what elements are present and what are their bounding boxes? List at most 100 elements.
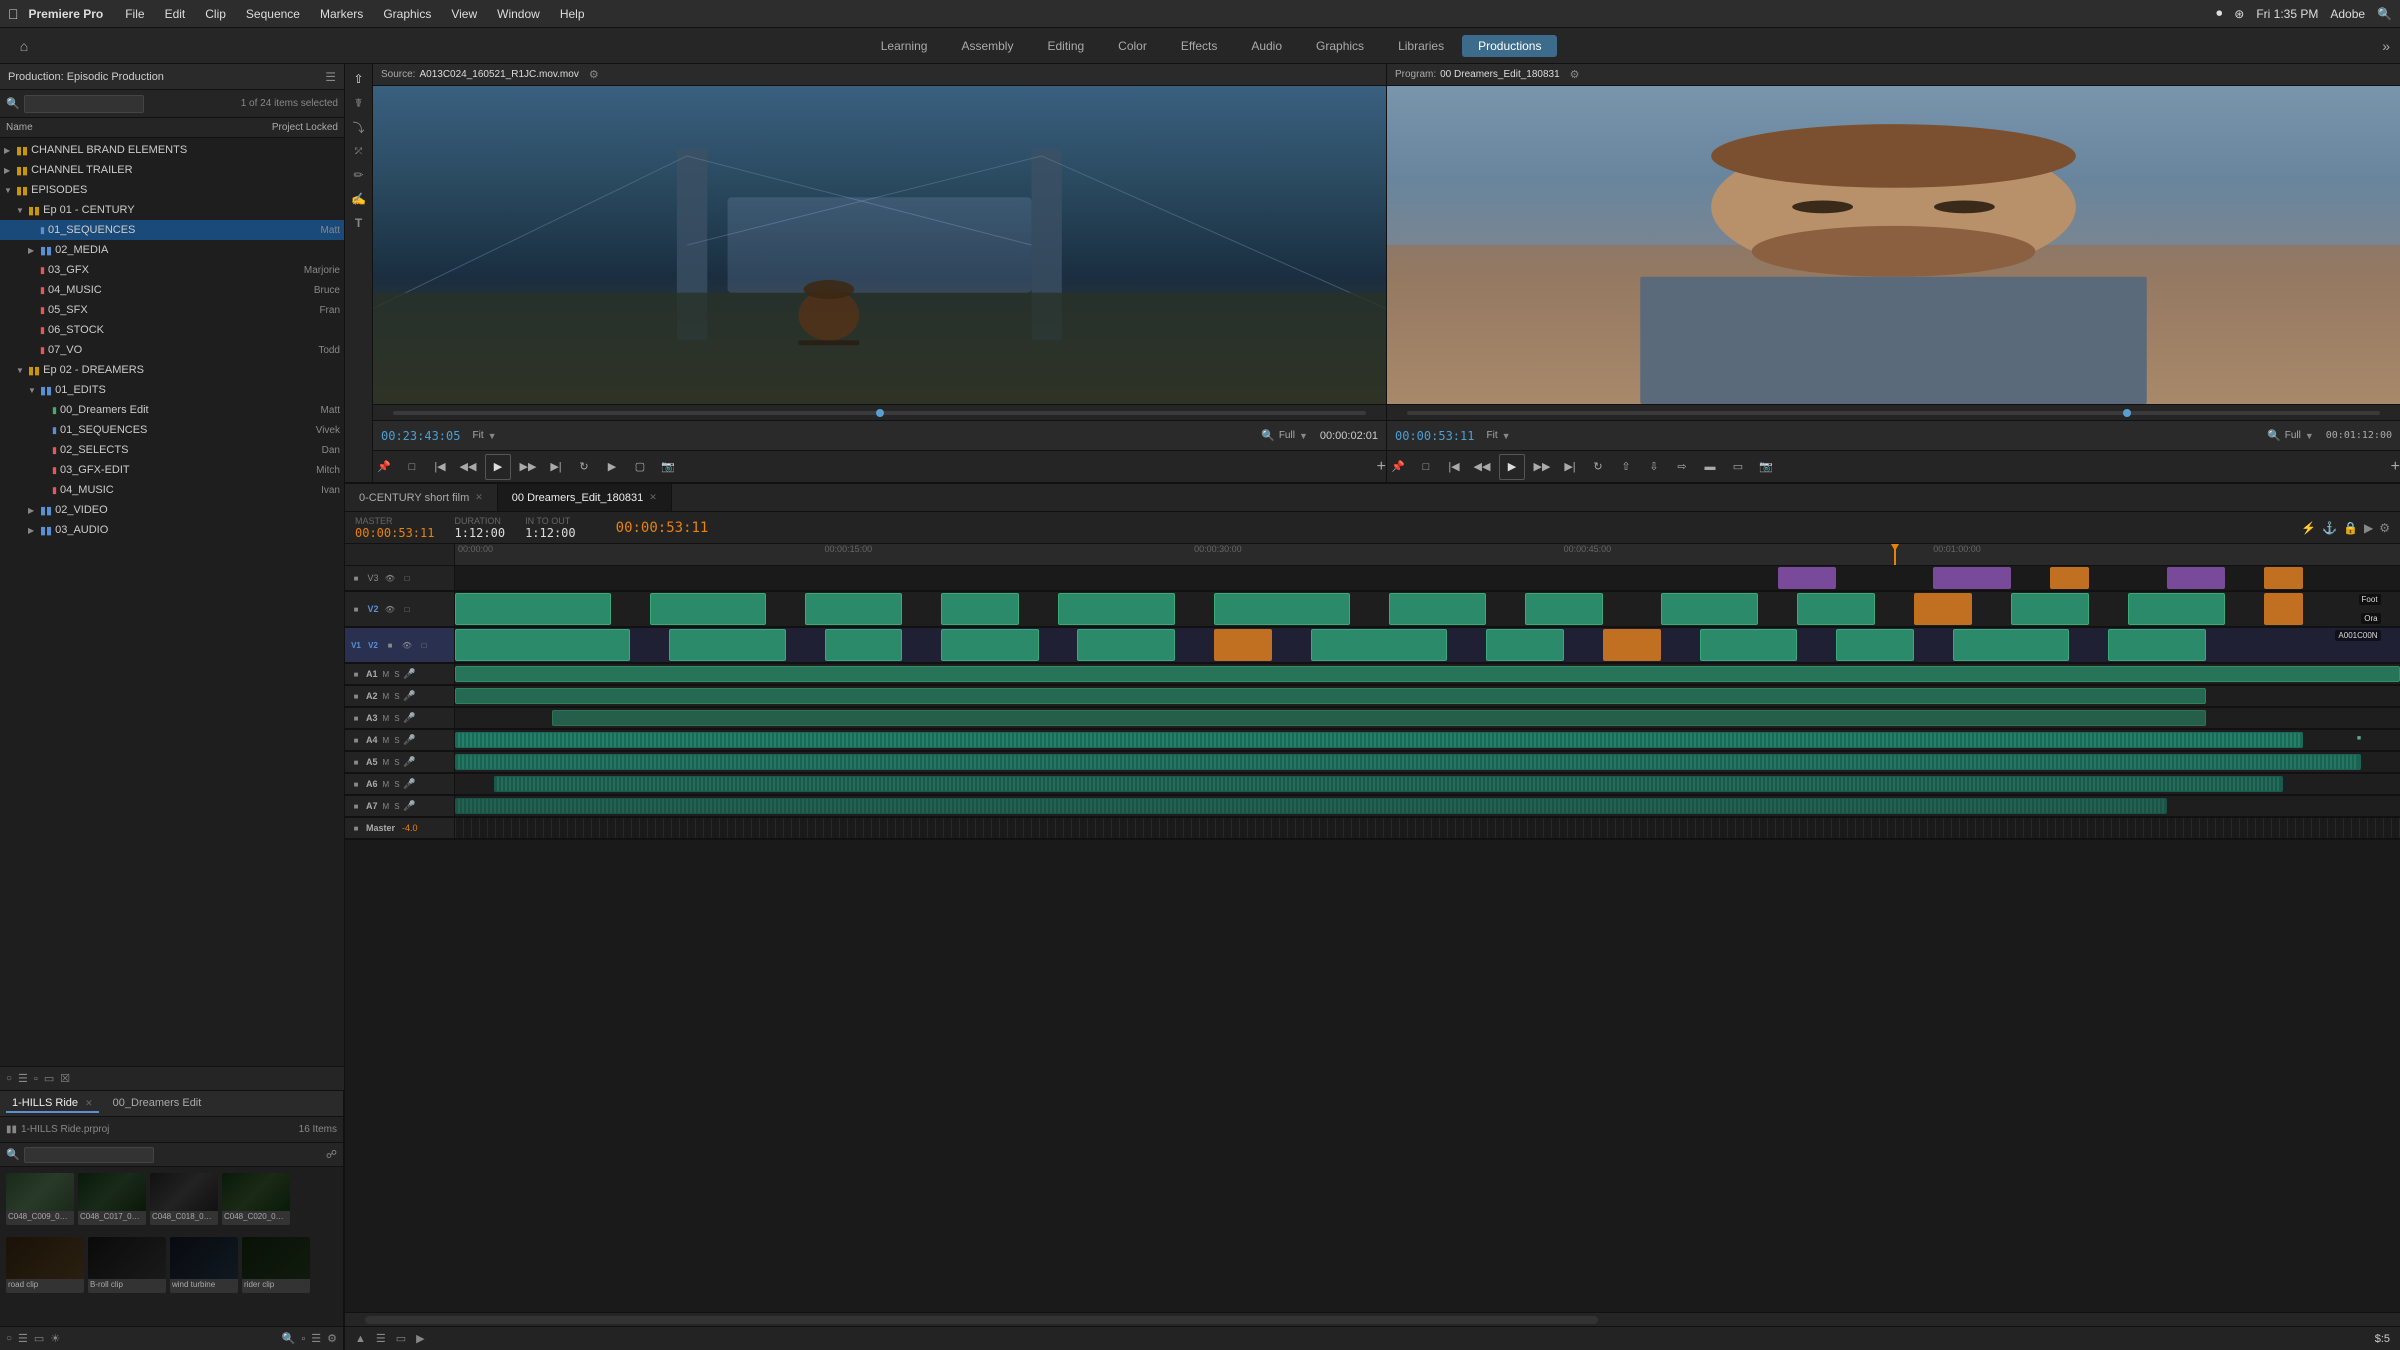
track-m-a5[interactable]: M [383, 758, 390, 767]
track-sync-master[interactable]: ■ [349, 821, 363, 835]
track-content-a3[interactable] [455, 708, 2400, 729]
tl-seq-tc[interactable]: 00:00:53:11 [616, 520, 709, 536]
tl-master-tc[interactable]: 00:00:53:11 [355, 526, 434, 540]
tree-item-media01[interactable]: ▶ ▮▮ 02_MEDIA [0, 240, 344, 260]
track-s-a1[interactable]: S [394, 670, 399, 679]
tree-item-gfx-edit02[interactable]: ▮ 03_GFX-EDIT Mitch [0, 460, 344, 480]
clip-v1-11[interactable] [1836, 629, 1914, 661]
bin-footer-list[interactable]: ☰ [18, 1332, 28, 1345]
track-eye-v1[interactable]: 👁 [400, 638, 414, 652]
clip-v2-3[interactable] [805, 593, 902, 625]
tl-footer-add-track[interactable]: ▲ [355, 1333, 366, 1345]
tl-tool-insert[interactable]: ▶ [2364, 521, 2373, 535]
clip-v2-1[interactable] [455, 593, 611, 625]
prog-play[interactable]: ▶ [1499, 454, 1525, 480]
source-camera[interactable]: 📷 [657, 456, 679, 478]
source-add-btn[interactable]: + [1377, 458, 1386, 476]
bin-tab-dreamers[interactable]: 00_Dreamers Edit [107, 1095, 208, 1113]
source-full-label[interactable]: Full [1279, 430, 1295, 441]
tool-slip[interactable]: ⤱ [348, 140, 370, 162]
track-eye-v2[interactable]: 👁 [383, 602, 397, 616]
tree-item-music02[interactable]: ▮ 04_MUSIC Ivan [0, 480, 344, 500]
tab-audio[interactable]: Audio [1235, 35, 1298, 57]
tracks-scroll[interactable]: ■ V3 👁 □ [345, 566, 2400, 1312]
bin-footer-zoom[interactable]: ○ [6, 1333, 12, 1344]
program-fit-selector[interactable]: Fit [1486, 430, 1497, 441]
track-content-a2[interactable] [455, 686, 2400, 707]
clip-v1-13[interactable] [2108, 629, 2205, 661]
clip-v2-6[interactable] [1214, 593, 1350, 625]
track-s-a2[interactable]: S [394, 692, 399, 701]
program-full-chevron[interactable]: ▼ [2305, 431, 2314, 441]
bin-tab-hills-close[interactable]: ✕ [85, 1098, 93, 1108]
source-marker[interactable]: ▶ [601, 456, 623, 478]
prog-insert[interactable]: ⇨ [1671, 456, 1693, 478]
clip-v2-8[interactable] [1525, 593, 1603, 625]
timeline-ruler[interactable]: 00:00:00 00:00:15:00 00:00:30:00 00:00:4… [455, 544, 2400, 566]
track-sync-a4[interactable]: ■ [349, 733, 363, 747]
bin-thumb-8[interactable]: rider clip [242, 1237, 310, 1293]
bin-footer-new[interactable]: ▫ [301, 1333, 305, 1345]
clip-v1-12[interactable] [1953, 629, 2070, 661]
track-content-v2[interactable]: Foot Ora [455, 592, 2400, 627]
menu-help[interactable]: Help [552, 5, 593, 23]
prog-lift[interactable]: ⇧ [1615, 456, 1637, 478]
tool-hand[interactable]: ✍ [348, 188, 370, 210]
program-settings-icon[interactable]: ⚙ [1570, 68, 1580, 81]
clip-v1-2[interactable] [669, 629, 786, 661]
scrollbar-thumb[interactable] [365, 1316, 1598, 1324]
tab-productions[interactable]: Productions [1462, 35, 1557, 57]
clip-v2-12[interactable] [2011, 593, 2089, 625]
project-search-input[interactable] [24, 95, 144, 113]
clip-a2-full[interactable] [455, 688, 2206, 704]
tree-item-stock01[interactable]: ▮ 06_STOCK [0, 320, 344, 340]
track-sync-a2[interactable]: ■ [349, 689, 363, 703]
track-content-a6[interactable] [455, 774, 2400, 795]
track-target-v3[interactable]: V3 [366, 571, 380, 585]
tree-item-edits02[interactable]: ▼ ▮▮ 01_EDITS [0, 380, 344, 400]
source-full-chevron[interactable]: ▼ [1299, 431, 1308, 441]
prog-add-btn[interactable]: + [2391, 458, 2400, 476]
tool-ripple[interactable]: ⤵ [348, 116, 370, 138]
tree-item-audio02[interactable]: ▶ ▮▮ 03_AUDIO [0, 520, 344, 540]
track-s-a5[interactable]: S [394, 758, 399, 767]
footer-new-item-icon[interactable]: ▭ [44, 1072, 54, 1085]
menu-clip[interactable]: Clip [197, 5, 234, 23]
tl-tab-century[interactable]: 0-CENTURY short film ✕ [345, 484, 498, 511]
track-content-master[interactable] [455, 818, 2400, 839]
track-content-a5[interactable] [455, 752, 2400, 773]
tree-item-ep02[interactable]: ▼ ▮▮ Ep 02 - DREAMERS [0, 360, 344, 380]
bin-footer-sort[interactable]: ☰ [311, 1332, 321, 1345]
clip-a6-full[interactable] [494, 776, 2283, 792]
bin-footer-settings[interactable]: ⚙ [327, 1332, 337, 1345]
tl-tool-lock[interactable]: 🔒 [2343, 521, 2358, 535]
clip-a4-full[interactable] [455, 732, 2303, 748]
tree-item-video02[interactable]: ▶ ▮▮ 02_VIDEO [0, 500, 344, 520]
tl-tool-link[interactable]: ⚓ [2322, 521, 2337, 535]
source-overwrite[interactable]: ▢ [629, 456, 651, 478]
footer-delete-icon[interactable]: ☒ [60, 1072, 70, 1085]
track-mic-a1[interactable]: 🎤 [403, 667, 417, 681]
track-content-a1[interactable] [455, 664, 2400, 685]
prog-extract[interactable]: ⇩ [1643, 456, 1665, 478]
program-zoom-icon[interactable]: 🔍 [2267, 429, 2281, 442]
tl-tab-century-close[interactable]: ✕ [475, 492, 483, 503]
track-m-a6[interactable]: M [383, 780, 390, 789]
clip-v2-7[interactable] [1389, 593, 1486, 625]
clip-a7-full[interactable] [455, 798, 2167, 814]
tree-item-sfx01[interactable]: ▮ 05_SFX Fran [0, 300, 344, 320]
search-icon[interactable]: 🔍 [2377, 7, 2392, 21]
program-full-label[interactable]: Full [2285, 430, 2301, 441]
bin-view-toggle[interactable]: ☍ [326, 1148, 337, 1161]
track-m-a2[interactable]: M [383, 692, 390, 701]
tl-inout-val[interactable]: 1:12:00 [525, 526, 576, 540]
clip-v1-5[interactable] [1077, 629, 1174, 661]
bin-thumb-1[interactable]: C048_C009_0101BD [6, 1173, 74, 1225]
menu-view[interactable]: View [443, 5, 485, 23]
menu-sequence[interactable]: Sequence [238, 5, 308, 23]
track-sync-v2[interactable]: ■ [349, 602, 363, 616]
program-scrubber[interactable] [1387, 404, 2400, 420]
track-mic-a4[interactable]: 🎤 [403, 733, 417, 747]
bin-thumb-4[interactable]: C048_C020_0101U4 [222, 1173, 290, 1225]
track-mic-a7[interactable]: 🎤 [403, 799, 417, 813]
